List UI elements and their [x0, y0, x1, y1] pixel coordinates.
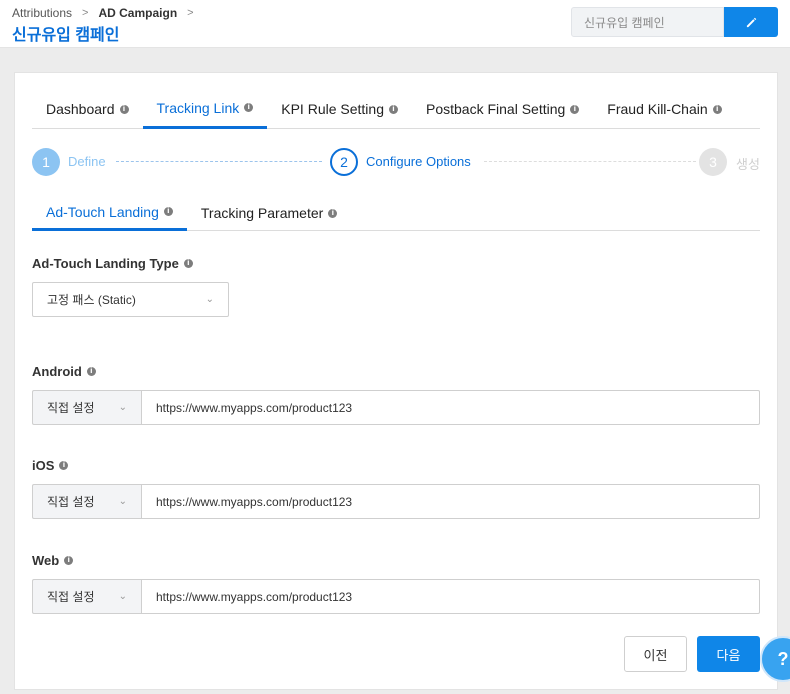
info-icon: i [244, 103, 254, 112]
subtab-label: Tracking Parameter [200, 205, 324, 221]
chevron-right-icon: > [82, 7, 89, 19]
step-3-label: 생성 [736, 157, 760, 172]
sub-tabs: Ad-Touch Landing i Tracking Parameter i [32, 195, 760, 231]
landing-type-label-text: Ad-Touch Landing Type [32, 256, 179, 271]
info-icon: i [388, 104, 398, 114]
tab-label: Tracking Link [156, 99, 240, 116]
landing-type-label: Ad-Touch Landing Type i [32, 256, 193, 271]
landing-type-select[interactable]: 고정 패스 (Static) ⌄ [32, 282, 229, 317]
ios-label: iOS i [32, 458, 69, 473]
chevron-right-icon: > [187, 7, 194, 19]
tab-fraud-kill-chain[interactable]: Fraud Kill-Chain i [593, 89, 735, 129]
campaign-name-field[interactable] [571, 7, 724, 37]
tab-label: KPI Rule Setting [281, 101, 384, 117]
step-1-label: Define [68, 154, 106, 169]
android-url-input[interactable] [141, 390, 760, 425]
step-1-number: 1 [42, 154, 50, 170]
step-2-circle: 2 [330, 148, 358, 176]
info-icon: i [183, 259, 193, 268]
android-label: Android i [32, 364, 96, 379]
main-card: Dashboard i Tracking Link i KPI Rule Setti… [14, 72, 778, 690]
pencil-icon [746, 17, 756, 27]
tab-postback-final-setting[interactable]: Postback Final Setting i [412, 89, 593, 129]
tab-label: Postback Final Setting [425, 101, 566, 117]
ios-mode-select[interactable]: 직접 설정 ⌄ [32, 484, 141, 519]
step-2-number: 2 [340, 154, 348, 170]
tab-tracking-link[interactable]: Tracking Link i [142, 89, 268, 129]
edit-button[interactable] [724, 7, 778, 37]
prev-button[interactable]: 이전 [624, 636, 687, 672]
android-mode-select[interactable]: 직접 설정 ⌄ [32, 390, 141, 425]
info-icon: i [86, 367, 96, 376]
info-icon: i [64, 556, 74, 565]
chevron-down-icon: ⌄ [205, 294, 214, 305]
info-icon: i [328, 208, 338, 218]
chevron-down-icon: ⌄ [118, 496, 127, 507]
android-label-text: Android [32, 364, 82, 379]
subtab-ad-touch-landing[interactable]: Ad-Touch Landing i [32, 195, 187, 231]
subtab-tracking-parameter[interactable]: Tracking Parameter i [187, 195, 351, 231]
web-url-row: 직접 설정 ⌄ [32, 579, 760, 614]
chevron-down-icon: ⌄ [118, 591, 127, 602]
android-mode-value: 직접 설정 [47, 401, 95, 415]
web-mode-select[interactable]: 직접 설정 ⌄ [32, 579, 141, 614]
web-label-text: Web [32, 553, 60, 568]
ios-url-input[interactable] [141, 484, 760, 519]
breadcrumb-item-attributions[interactable]: Attributions [12, 6, 72, 20]
web-label: Web i [32, 553, 74, 568]
step-1-circle: 1 [32, 148, 60, 176]
info-icon: i [163, 207, 173, 216]
top-bar: Attributions > AD Campaign > 신규유입 캠페인 [0, 0, 790, 48]
tab-label: Fraud Kill-Chain [607, 101, 708, 117]
info-icon: i [119, 104, 129, 114]
step-connector-2 [484, 161, 696, 162]
info-icon: i [712, 104, 722, 114]
stepper: 1 Define 2 Configure Options 3 생성 [32, 147, 760, 177]
breadcrumb: Attributions > AD Campaign > [12, 6, 204, 20]
web-url-input[interactable] [141, 579, 760, 614]
ios-label-text: iOS [32, 458, 55, 473]
chevron-down-icon: ⌄ [118, 402, 127, 413]
breadcrumb-item-ad-campaign[interactable]: AD Campaign [98, 6, 177, 20]
tab-dashboard[interactable]: Dashboard i [32, 89, 143, 129]
page-title: 신규유입 캠페인 [12, 27, 120, 44]
step-3-circle: 3 [699, 148, 727, 176]
subtab-label: Ad-Touch Landing [46, 203, 159, 220]
tab-label: Dashboard [46, 101, 115, 117]
ios-url-row: 직접 설정 ⌄ [32, 484, 760, 519]
step-2-label: Configure Options [366, 154, 471, 169]
step-connector-1 [116, 161, 322, 162]
tab-kpi-rule-setting[interactable]: KPI Rule Setting i [267, 89, 412, 129]
web-mode-value: 직접 설정 [47, 590, 95, 604]
info-icon: i [59, 461, 69, 470]
info-icon: i [570, 104, 580, 114]
step-3-number: 3 [709, 154, 717, 170]
android-url-row: 직접 설정 ⌄ [32, 390, 760, 425]
ios-mode-value: 직접 설정 [47, 495, 95, 509]
landing-type-value: 고정 패스 (Static) [47, 293, 136, 307]
next-button[interactable]: 다음 [697, 636, 760, 672]
main-tabs: Dashboard i Tracking Link i KPI Rule Setti… [32, 89, 760, 129]
